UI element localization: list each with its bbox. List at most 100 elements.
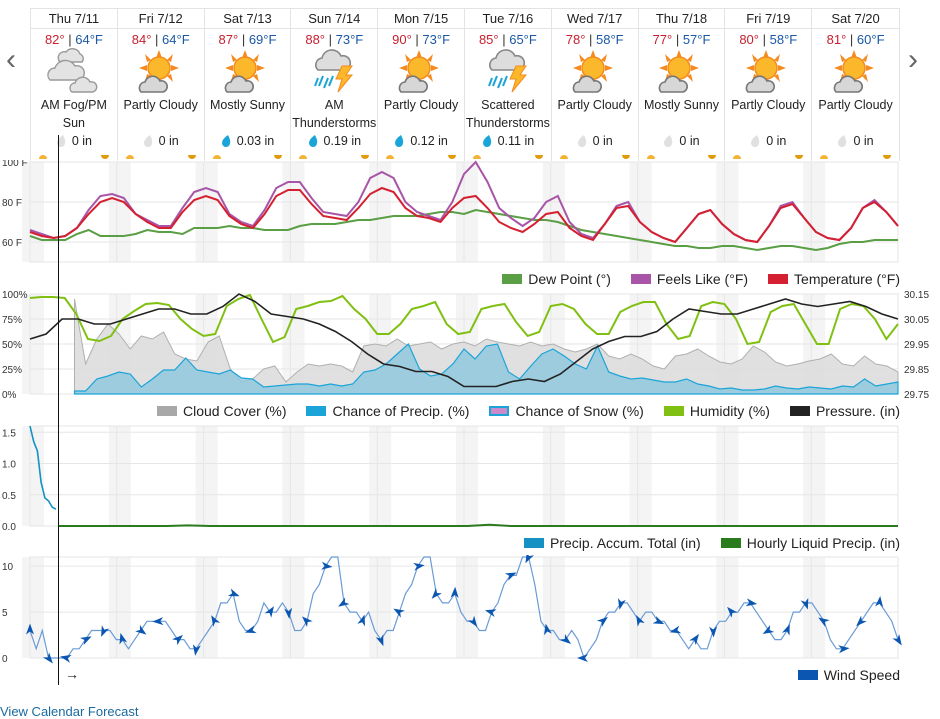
y-tick-label: 10 xyxy=(2,562,14,573)
y-tick-label: 60 F xyxy=(2,238,22,249)
day-name: Thu 7/11 xyxy=(31,9,117,29)
legend-label: Wind Speed xyxy=(823,667,900,683)
legend-label: Humidity (%) xyxy=(689,403,770,419)
precip-value: 0.19 in xyxy=(323,134,362,148)
wind-direction-arrow xyxy=(689,633,700,646)
raindrop-icon xyxy=(838,135,847,147)
day-name: Mon 7/15 xyxy=(378,9,464,29)
day-card[interactable]: Tue 7/16 85° | 65°F Scattered Thundersto… xyxy=(464,9,552,161)
y2-tick-label: 30.15 xyxy=(904,290,929,301)
calendar-forecast-link[interactable]: View Calendar Forecast xyxy=(0,704,139,719)
day-name: Wed 7/17 xyxy=(551,9,638,29)
day-card[interactable]: Sat 7/20 81° | 60°F Partly Cloudy 0 in xyxy=(812,9,899,161)
night-band xyxy=(282,162,305,262)
high-temp: 88° xyxy=(305,32,326,47)
wind-direction-arrow xyxy=(80,636,92,645)
low-temp: 64°F xyxy=(75,32,103,47)
y2-tick-label: 29.85 xyxy=(904,365,929,376)
night-band xyxy=(195,162,218,262)
legend-swatch xyxy=(489,406,510,416)
day-card[interactable]: Thu 7/11 82° | 64°F AM Fog/PM Sun 0 in xyxy=(31,9,118,161)
condition-text: Mostly Sunny xyxy=(643,98,719,112)
legend-swatch xyxy=(157,406,177,416)
y-tick-label: 100 F xyxy=(2,160,28,169)
day-card[interactable]: Wed 7/17 78° | 58°F Partly Cloudy 0 in xyxy=(551,9,639,161)
precip-amount: 0.19 in xyxy=(291,132,377,150)
low-temp: 69°F xyxy=(248,32,277,47)
temperature-legend: Dew Point (°) Feels Like (°F) Temperature … xyxy=(502,271,900,287)
partly-cloudy-icon xyxy=(812,48,899,96)
legend-item[interactable]: Cloud Cover (%) xyxy=(157,403,286,419)
day-card[interactable]: Thu 7/18 77° | 57°F Mostly Sunny 0 in xyxy=(638,9,726,161)
day-temps: 81° | 60°F xyxy=(826,32,885,47)
high-temp: 87° xyxy=(218,32,239,47)
condition-text: AM Fog/PM Sun xyxy=(40,98,107,130)
night-band xyxy=(629,557,652,658)
low-temp: 73°F xyxy=(335,32,364,47)
high-temp: 82° xyxy=(44,32,65,47)
high-temp: 90° xyxy=(392,32,412,47)
wind-direction-arrow xyxy=(856,615,867,627)
precip-amount: 0 in xyxy=(725,132,811,150)
low-temp: 57°F xyxy=(682,32,711,47)
legend-item[interactable]: Humidity (%) xyxy=(663,403,770,419)
sunset-icon xyxy=(621,155,630,159)
legend-item[interactable]: Hourly Liquid Precip. (in) xyxy=(720,535,900,551)
precipitation-chart: 0.0 0.5 1.0 1.5 xyxy=(2,425,899,532)
thunderstorm-icon xyxy=(291,48,377,96)
legend-item[interactable]: Wind Speed xyxy=(797,667,900,683)
next-button[interactable]: › xyxy=(908,45,918,75)
high-temp: 78° xyxy=(565,32,586,47)
partly-cloudy-icon xyxy=(552,48,638,96)
condition-text: Scattered Thunderstorms xyxy=(465,98,550,130)
sunset-icon xyxy=(447,155,456,159)
partly-cloudy-icon xyxy=(118,48,204,96)
condition-text: Mostly Sunny xyxy=(209,98,285,112)
day-card[interactable]: Sun 7/14 88° | 73°F AM Thunderstorms 0.1… xyxy=(291,9,379,161)
day-card[interactable]: Sat 7/13 87° | 69°F Mostly Sunny 0.03 in xyxy=(204,9,292,161)
high-temp: 80° xyxy=(739,32,759,47)
wind-direction-arrow xyxy=(892,634,902,646)
legend-swatch xyxy=(797,670,818,680)
day-card[interactable]: Fri 7/19 80° | 58°F Partly Cloudy 0 in xyxy=(725,9,813,161)
legend-label: Temperature (°F) xyxy=(794,271,900,287)
legend-label: Feels Like (°F) xyxy=(656,271,749,287)
day-name: Tue 7/16 xyxy=(464,9,551,29)
precip-value: 0.11 in xyxy=(497,134,535,148)
day-name: Fri 7/19 xyxy=(725,9,812,29)
day-card[interactable]: Fri 7/12 84° | 64°F Partly Cloudy 0 in xyxy=(117,9,205,161)
day-name: Sun 7/14 xyxy=(291,9,378,29)
legend-item[interactable]: Precip. Accum. Total (in) xyxy=(524,535,701,551)
night-band xyxy=(22,557,44,658)
legend-swatch xyxy=(502,274,523,284)
day-card[interactable]: Mon 7/15 90° | 73°F Partly Cloudy 0.12 i… xyxy=(378,9,465,161)
night-band xyxy=(369,557,392,658)
night-band xyxy=(542,557,565,658)
legend-item[interactable]: Dew Point (°) xyxy=(502,271,611,287)
condition-text: AM Thunderstorms xyxy=(292,98,377,130)
y-tick-label: 50% xyxy=(2,340,22,351)
precip-value: 0 in xyxy=(71,134,92,148)
wind-direction-arrow xyxy=(101,625,110,637)
sunrise-icon xyxy=(820,155,829,159)
sunset-icon xyxy=(708,155,717,159)
legend-item[interactable]: Temperature (°F) xyxy=(768,271,900,287)
partly-cloudy-icon xyxy=(725,48,811,96)
precip-amount: 0 in xyxy=(812,132,899,150)
current-time-marker[interactable] xyxy=(58,135,59,685)
wind-direction-arrow xyxy=(596,616,608,627)
day-temps: 90° | 73°F xyxy=(392,32,451,47)
legend-item[interactable]: Feels Like (°F) xyxy=(630,271,749,287)
low-temp: 58°F xyxy=(596,32,624,47)
condition-text: Partly Cloudy xyxy=(818,98,893,112)
partly-cloudy-icon xyxy=(205,48,291,96)
legend-label: Precip. Accum. Total (in) xyxy=(550,535,701,551)
legend-item[interactable]: Pressure. (in) xyxy=(789,403,900,419)
fog-clouds-icon xyxy=(31,48,117,96)
legend-item[interactable]: Chance of Precip. (%) xyxy=(306,403,469,419)
legend-item[interactable]: Chance of Snow (%) xyxy=(489,403,644,419)
night-band xyxy=(282,426,305,526)
sunset-icon xyxy=(361,155,370,159)
prev-button[interactable]: ‹ xyxy=(6,45,16,75)
sunset-icon xyxy=(795,155,804,159)
